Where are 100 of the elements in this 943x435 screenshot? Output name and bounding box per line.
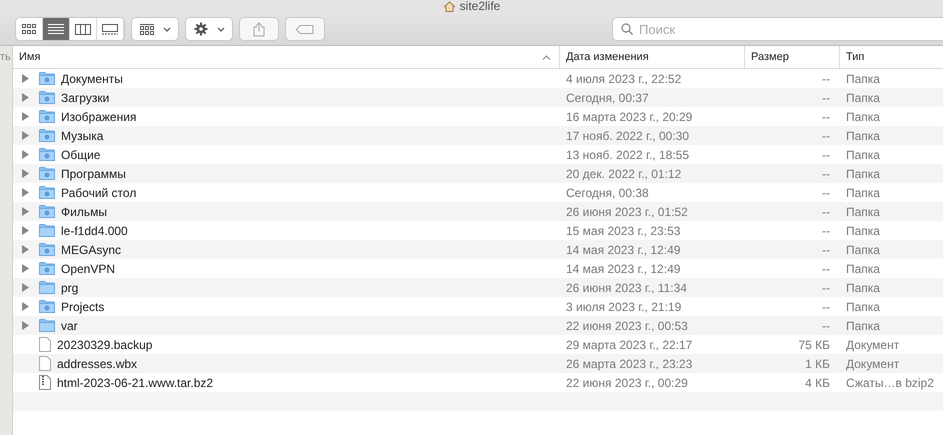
file-size: -- [822,300,830,314]
chevron-down-icon [216,26,224,32]
icons-view-button[interactable] [16,18,43,40]
disclosure-triangle-icon[interactable] [22,131,29,140]
file-name[interactable]: Загрузки [61,90,110,104]
file-name[interactable]: var [61,318,78,332]
file-name[interactable]: html-2023-06-21.www.tar.bz2 [57,376,214,390]
file-name[interactable]: Фильмы [61,204,107,218]
file-size: -- [822,148,830,162]
file-type: Папка [846,224,880,238]
disclosure-triangle-icon[interactable] [22,93,29,102]
search-icon [621,23,633,35]
column-header[interactable]: Имя [13,46,560,68]
file-name[interactable]: addresses.wbx [57,356,138,370]
file-size: 75 КБ [798,338,830,352]
file-size: -- [822,72,830,86]
list-view-button[interactable] [43,18,70,40]
emblem-folder-icon [39,167,55,180]
file-type: Папка [846,186,880,200]
search-field[interactable]: Поиск [613,18,943,40]
file-name[interactable]: Общие [61,148,100,162]
file-size: -- [822,224,830,238]
settings-button[interactable] [186,18,232,40]
file-size: -- [822,110,830,124]
disclosure-triangle-icon[interactable] [22,169,29,178]
modified-date: 4 июля 2023 г., 22:52 [566,72,682,86]
file-name[interactable]: Рабочий стол [61,186,136,200]
tag-icon [296,24,314,34]
modified-date: 22 июня 2023 г., 00:53 [566,318,688,332]
modified-date: 13 нояб. 2022 г., 18:55 [566,148,689,162]
file-name[interactable]: MEGAsync [61,242,122,256]
file-size: -- [822,318,830,332]
file-type: Папка [846,262,880,276]
disclosure-triangle-icon[interactable] [22,264,29,273]
file-size: -- [822,166,830,180]
document-icon [39,337,51,352]
disclosure-triangle-icon[interactable] [22,207,29,216]
file-type: Сжаты…в bzip2 [846,376,934,390]
disclosure-triangle-icon[interactable] [22,226,29,235]
emblem-folder-icon [39,262,55,275]
file-size: -- [822,262,830,276]
file-name[interactable]: Projects [61,300,104,314]
file-name[interactable]: Изображения [61,110,136,124]
gallery-icon [102,24,118,34]
file-name[interactable]: Программы [61,166,126,180]
emblem-folder-icon [39,205,55,218]
tag-button[interactable] [286,18,324,40]
disclosure-triangle-icon[interactable] [22,283,29,292]
disclosure-triangle-icon[interactable] [22,321,29,330]
archive-icon [39,375,51,390]
file-name[interactable]: 20230329.backup [57,338,152,352]
disclosure-triangle-icon[interactable] [22,74,29,83]
modified-date: 16 марта 2023 г., 20:29 [566,110,692,124]
disclosure-triangle-icon[interactable] [22,188,29,197]
emblem-folder-icon [39,72,55,85]
disclosure-triangle-icon[interactable] [22,302,29,311]
column-header[interactable]: Дата изменения [560,46,745,68]
column-header[interactable]: Размер [745,46,840,68]
modified-date: 15 мая 2023 г., 23:53 [566,224,680,238]
file-size: -- [822,204,830,218]
file-type: Папка [846,280,880,294]
file-name[interactable]: le-f1dd4.000 [61,224,128,238]
modified-date: 17 нояб. 2022 г., 00:30 [566,128,689,142]
file-type: Папка [846,148,880,162]
icon-grid-icon [22,24,36,34]
folder-icon [39,224,55,237]
file-name[interactable]: Музыка [61,128,104,142]
file-size: 1 КБ [805,356,830,370]
file-size: -- [822,128,830,142]
file-type: Папка [846,110,880,124]
emblem-folder-icon [39,110,55,123]
chevron-down-icon [162,26,170,32]
file-size: -- [822,280,830,294]
modified-date: 26 июня 2023 г., 01:52 [566,204,688,218]
share-button[interactable] [240,18,278,40]
file-type: Документ [846,356,900,370]
emblem-folder-icon [39,91,55,104]
group-button[interactable] [132,18,178,40]
modified-date: 29 марта 2023 г., 22:17 [566,338,692,352]
modified-date: 14 мая 2023 г., 12:49 [566,262,680,276]
file-name[interactable]: OpenVPN [61,262,116,276]
modified-date: 26 июня 2023 г., 11:34 [566,280,687,294]
columns-icon [75,24,91,34]
file-size: 4 КБ [805,376,830,390]
file-type: Папка [846,300,880,314]
disclosure-triangle-icon[interactable] [22,112,29,121]
file-size: -- [822,186,830,200]
column-header[interactable]: Тип [840,46,943,68]
grid-icon [140,24,154,34]
gear-icon [194,22,208,36]
share-icon [253,22,265,36]
file-type: Папка [846,128,880,142]
disclosure-triangle-icon[interactable] [22,150,29,159]
file-size: -- [822,242,830,256]
disclosure-triangle-icon[interactable] [22,245,29,254]
file-name[interactable]: prg [61,280,78,294]
home-icon [442,1,456,12]
modified-date: 22 июня 2023 г., 00:29 [566,376,688,390]
file-name[interactable]: Документы [61,72,123,86]
emblem-folder-icon [39,129,55,142]
